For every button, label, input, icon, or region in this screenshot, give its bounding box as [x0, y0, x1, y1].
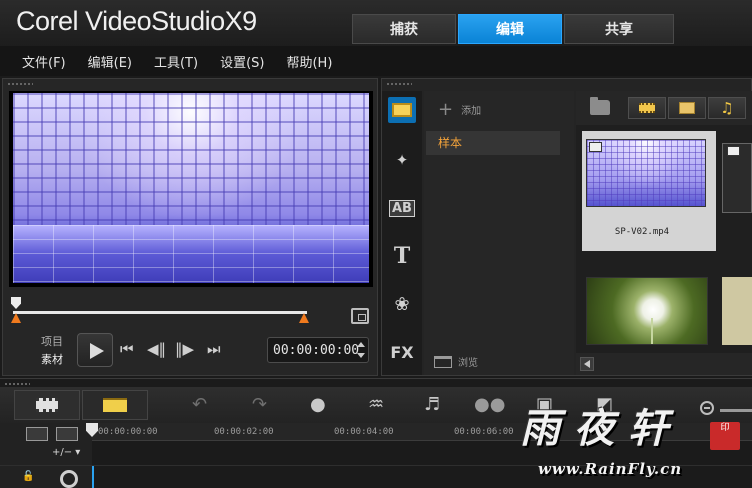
folder-item-sample[interactable]: 样本 [426, 131, 560, 155]
panel-grip[interactable] [4, 382, 30, 386]
next-frame-icon[interactable]: ‖▶ [175, 341, 194, 357]
thumbnail-name: SP-V02.mp4 [614, 227, 670, 237]
menu-edit[interactable]: 编辑(E) [88, 52, 132, 71]
video-filter-icon [639, 103, 655, 113]
text-category-icon[interactable]: T [388, 243, 416, 269]
play-button[interactable] [77, 333, 113, 367]
track-start-line [92, 466, 94, 488]
preview-window[interactable] [9, 91, 373, 287]
library-thumbnail-selected[interactable]: SP-V02.mp4 [582, 131, 716, 251]
auto-music-icon[interactable]: ♬ [424, 395, 440, 415]
sound-mixer-icon[interactable]: ♒ [368, 395, 384, 415]
tab-edit[interactable]: 编辑 [458, 14, 562, 44]
show-videos-button[interactable] [628, 97, 666, 119]
scroll-left-icon[interactable] [580, 357, 594, 371]
add-folder-label: 添加 [461, 106, 482, 117]
storyboard-view-button[interactable] [14, 390, 80, 420]
previous-frame-icon[interactable]: ◀‖ [147, 341, 166, 357]
menu-tools[interactable]: 工具(T) [154, 52, 198, 71]
photo-filter-icon [679, 102, 695, 114]
home-icon[interactable]: ⏮ [120, 341, 134, 357]
library-scrollbar[interactable] [576, 353, 752, 375]
motion-tracking-icon[interactable]: ●● [474, 395, 505, 415]
add-remove-track-button[interactable]: +/− ▾ [52, 447, 80, 458]
watermark-url: www.RainFly.cn [538, 460, 683, 478]
library-thumbnail-dandelion[interactable] [586, 277, 708, 345]
browse-button[interactable]: 浏览 [434, 354, 478, 369]
media-category-icon[interactable] [388, 97, 416, 123]
filter-category-icon[interactable]: FX [388, 339, 416, 365]
app-title-version: X9 [224, 6, 258, 36]
menu-file[interactable]: 文件(F) [22, 52, 66, 71]
app-title-brand: Corel [16, 6, 79, 36]
enlarge-preview-icon[interactable] [351, 308, 369, 324]
timecode-spinner-icon[interactable] [357, 342, 365, 358]
timecode-value: 00:00:00:00 [273, 342, 360, 358]
title-category-icon[interactable]: AB [388, 195, 416, 221]
library-toolbar: ♫ [576, 91, 752, 125]
video-badge-icon [727, 146, 740, 156]
show-audio-button[interactable]: ♫ [708, 97, 746, 119]
ruler-tick: 00:00:06:00 [454, 427, 514, 437]
app-title-product: VideoStudio [85, 6, 225, 36]
ruler-tick: 00:00:02:00 [214, 427, 274, 437]
ruler-tick: 00:00:00:00 [98, 427, 158, 437]
mark-in-marker[interactable] [11, 313, 21, 323]
ruler-tick: 00:00:04:00 [334, 427, 394, 437]
library-category-rail: ✦ AB T ❀ FX [382, 91, 422, 375]
tab-capture[interactable]: 捕获 [352, 14, 456, 44]
mode-clip[interactable]: 素材 [41, 351, 63, 367]
library-folder-list: + 添加 样本 浏览 [424, 91, 574, 375]
timeline-view-button[interactable] [82, 390, 148, 420]
graphic-category-icon[interactable]: ❀ [388, 291, 416, 317]
scrubber-handle[interactable] [11, 297, 21, 309]
audio-filter-icon: ♫ [720, 99, 734, 117]
timeline-icon [103, 398, 127, 412]
scrubber-bar[interactable] [13, 311, 307, 314]
workspace-tabs: 捕获 编辑 共享 [352, 14, 674, 44]
app-title: Corel VideoStudioX9 [16, 6, 257, 37]
add-folder-button[interactable]: + 添加 [438, 99, 481, 120]
library-content: ♫ SP-V02.mp4 [576, 91, 752, 375]
timecode-field[interactable]: 00:00:00:00 [267, 337, 369, 363]
chapter-point-icon[interactable] [56, 427, 78, 441]
menu-bar: 文件(F) 编辑(E) 工具(T) 设置(S) 帮助(H) [0, 46, 752, 76]
plus-icon: + [438, 99, 454, 120]
show-photos-button[interactable] [668, 97, 706, 119]
undo-icon[interactable]: ↶ [192, 395, 207, 415]
panel-grip[interactable] [386, 82, 412, 86]
thumbnail-image [586, 139, 706, 207]
tab-share[interactable]: 共享 [564, 14, 674, 44]
mode-project[interactable]: 项目 [41, 333, 63, 349]
watermark-seal: 印 [710, 422, 740, 450]
storyboard-icon [36, 398, 58, 412]
browse-icon [434, 355, 452, 368]
menu-help[interactable]: 帮助(H) [286, 52, 332, 71]
watermark: 雨夜轩 印 www.RainFly.cn [520, 396, 750, 488]
panel-grip[interactable] [7, 82, 33, 86]
menu-settings[interactable]: 设置(S) [220, 52, 264, 71]
video-badge-icon [589, 142, 602, 152]
mark-out-marker[interactable] [299, 313, 309, 323]
library-thumbnail-partial[interactable] [722, 277, 752, 345]
redo-icon[interactable]: ↷ [252, 395, 267, 415]
transition-category-icon[interactable]: ✦ [388, 147, 416, 173]
title-bar: Corel VideoStudioX9 捕获 编辑 共享 [0, 0, 752, 46]
track-manager-icon[interactable] [26, 427, 48, 441]
library-thumbnail-partial[interactable] [722, 143, 752, 213]
record-capture-icon[interactable]: ● [310, 395, 326, 415]
end-icon[interactable]: ⏭ [207, 341, 221, 357]
browse-label: 浏览 [458, 358, 478, 369]
lock-icon[interactable]: 🔓 [22, 471, 34, 482]
preview-frame [13, 93, 369, 283]
import-folder-icon[interactable] [590, 97, 610, 115]
library-panel: ✦ AB T ❀ FX + 添加 样本 浏览 ♫ SP-V02.mp4 [381, 78, 752, 376]
watermark-logo: 雨夜轩 [520, 405, 682, 452]
film-reel-icon [60, 470, 78, 488]
player-panel: 项目 素材 ⏮ ◀‖ ‖▶ ⏭ 00:00:00:00 [2, 78, 378, 376]
